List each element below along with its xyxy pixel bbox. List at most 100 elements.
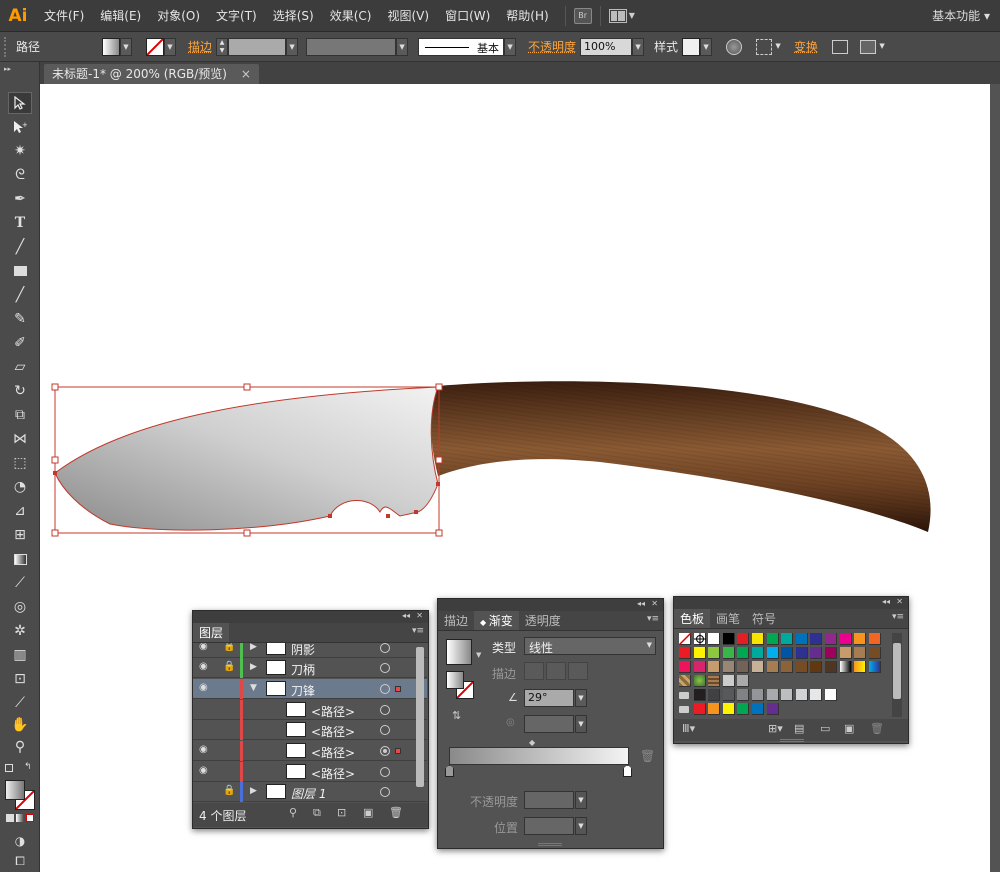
paintbrush-tool-icon[interactable]: ╱ [8, 284, 32, 306]
swatch-cell[interactable] [781, 661, 794, 673]
swatch-cell[interactable] [868, 633, 881, 645]
swatch-cell[interactable] [795, 689, 808, 701]
swatch-cell[interactable] [825, 633, 837, 645]
layer-name[interactable]: 阴影 [291, 643, 315, 658]
opacity-dropdown[interactable]: ▼ [632, 37, 645, 56]
swatch-options-icon[interactable]: ▤ [794, 722, 804, 735]
fill-color-swatch[interactable] [5, 780, 25, 800]
swatch-cell[interactable] [825, 647, 837, 659]
show-swatch-kinds-icon[interactable]: ⊞▾ [768, 722, 783, 735]
swatch-cell[interactable] [839, 647, 852, 659]
slice-tool-icon[interactable]: ⟋ [8, 692, 32, 714]
stroke-gradient-buttons[interactable] [524, 662, 588, 680]
swatch-cell[interactable] [810, 633, 823, 645]
lock-icon[interactable]: 🔒 [223, 785, 235, 796]
swatch-cell[interactable] [752, 689, 764, 701]
arrange-documents-icon[interactable]: ▼ [608, 8, 635, 23]
swatch-cell[interactable] [810, 689, 823, 701]
swatch-cell[interactable] [839, 633, 852, 645]
locate-object-icon[interactable]: ⚲ [289, 806, 297, 819]
target-icon[interactable] [380, 684, 390, 694]
menu-file[interactable]: 文件(F) [36, 0, 92, 32]
artboard-tool-icon[interactable]: ⊡ [8, 668, 32, 690]
swatch-cell[interactable] [722, 703, 735, 715]
opacity-input[interactable]: 100% [580, 37, 633, 56]
menu-effect[interactable]: 效果(C) [322, 0, 380, 32]
close-tab-icon[interactable]: × [241, 67, 251, 81]
swatch-library-icon[interactable]: Ⅲ▾ [682, 722, 695, 735]
brush-definition[interactable]: 基本 [418, 37, 505, 56]
isolate-icon[interactable] [832, 39, 849, 54]
visibility-eye-icon[interactable]: ◉ [199, 643, 213, 652]
direct-selection-tool-icon[interactable]: + [8, 116, 32, 138]
visibility-eye-icon[interactable]: ◉ [199, 682, 213, 693]
stop-opacity-dropdown[interactable]: ▼ [575, 791, 587, 809]
knife-blade[interactable] [54, 386, 439, 531]
swatch-cell[interactable] [810, 661, 823, 673]
swatch-cell[interactable] [766, 703, 779, 715]
rectangle-tool-icon[interactable] [8, 260, 32, 282]
swatch-cell[interactable] [737, 703, 750, 715]
layer-scrollbar[interactable] [416, 647, 424, 787]
swatch-cell[interactable] [868, 661, 881, 673]
blob-brush-tool-icon[interactable]: ✐ [8, 332, 32, 354]
swatch-cell[interactable] [737, 661, 750, 673]
new-sublayer-icon[interactable]: ⊡ [337, 806, 346, 819]
collapse-panel-icon[interactable]: ◂◂ [402, 611, 410, 620]
brush-dropdown[interactable]: ▼ [504, 37, 517, 56]
panel-menu-icon[interactable]: ▾≡ [647, 614, 659, 624]
hand-tool-icon[interactable]: ✋ [8, 714, 32, 736]
free-transform-tool-icon[interactable]: ⬚ [8, 452, 32, 474]
swatch-cell[interactable] [722, 661, 735, 673]
layer-row[interactable]: 🔒 ▶ 图层 1 [193, 782, 427, 802]
midpoint-diamond[interactable]: ◆ [529, 738, 535, 747]
swatch-cell[interactable] [693, 647, 706, 659]
panel-menu-icon[interactable]: ▾≡ [412, 626, 424, 636]
panel-resize-grip[interactable] [538, 843, 562, 846]
stop-location-dropdown[interactable]: ▼ [575, 817, 587, 835]
collapse-panel-icon[interactable]: ◂◂ [637, 599, 645, 608]
toolbox-collapse-icon[interactable]: ▸▸ [4, 65, 11, 73]
swatch-cell[interactable] [679, 647, 691, 659]
magic-wand-tool-icon[interactable]: ✷ [8, 140, 32, 162]
delete-stop-icon[interactable]: 🗑 [640, 749, 655, 763]
swatch-cell[interactable] [737, 689, 750, 701]
rotate-tool-icon[interactable]: ↻ [8, 380, 32, 402]
swatch-cell[interactable] [795, 633, 808, 645]
layer-row[interactable]: ◉ 🔒 ▶ 刀柄 [193, 658, 427, 678]
swatch-cell[interactable] [752, 647, 764, 659]
stroke-weight-input[interactable] [228, 37, 287, 56]
layer-row[interactable]: ◉ 🔒 ▶ 阴影 [193, 643, 427, 658]
color-mode-icons[interactable] [6, 814, 34, 822]
opacity-label[interactable]: 不透明度 [524, 38, 580, 55]
line-segment-tool-icon[interactable]: ╱ [8, 236, 32, 258]
gradient-dropdown[interactable]: ▼ [476, 651, 481, 659]
layer-name[interactable]: 刀柄 [291, 661, 315, 678]
selection-indicator[interactable] [395, 686, 401, 692]
target-icon[interactable] [380, 787, 390, 797]
shape-builder-tool-icon[interactable]: ◔ [8, 476, 32, 498]
tab-layers[interactable]: 图层 [193, 623, 230, 642]
layer-row[interactable]: ◉ <路径> [193, 741, 427, 761]
close-panel-icon[interactable]: ✕ [896, 597, 903, 606]
layer-name[interactable]: <路径> [311, 703, 355, 720]
target-icon[interactable] [380, 725, 390, 735]
blend-tool-icon[interactable]: ◎ [8, 596, 32, 618]
gradient-stop-left[interactable] [445, 765, 454, 777]
gradient-preview-swatch[interactable] [446, 639, 472, 665]
lock-icon[interactable]: 🔒 [223, 661, 235, 672]
layer-name[interactable]: 刀锋 [291, 682, 315, 699]
tab-brushes[interactable]: 画笔 [710, 609, 746, 628]
align-icon[interactable] [756, 38, 773, 55]
mesh-tool-icon[interactable]: ⊞ [8, 524, 32, 546]
width-tool-icon[interactable]: ⋈ [8, 428, 32, 450]
swatch-cell[interactable] [766, 661, 779, 673]
document-tab[interactable]: 未标题-1* @ 200% (RGB/预览) × [44, 64, 259, 84]
swatch-cell[interactable] [810, 647, 823, 659]
swatch-cell[interactable] [825, 689, 837, 701]
expand-toggle-icon[interactable]: ▼ [250, 683, 257, 693]
profile-dropdown[interactable]: ▼ [396, 37, 409, 56]
swatch-cell[interactable] [795, 661, 808, 673]
style-dropdown[interactable]: ▼ [700, 37, 713, 56]
swatch-cell[interactable] [679, 703, 691, 715]
